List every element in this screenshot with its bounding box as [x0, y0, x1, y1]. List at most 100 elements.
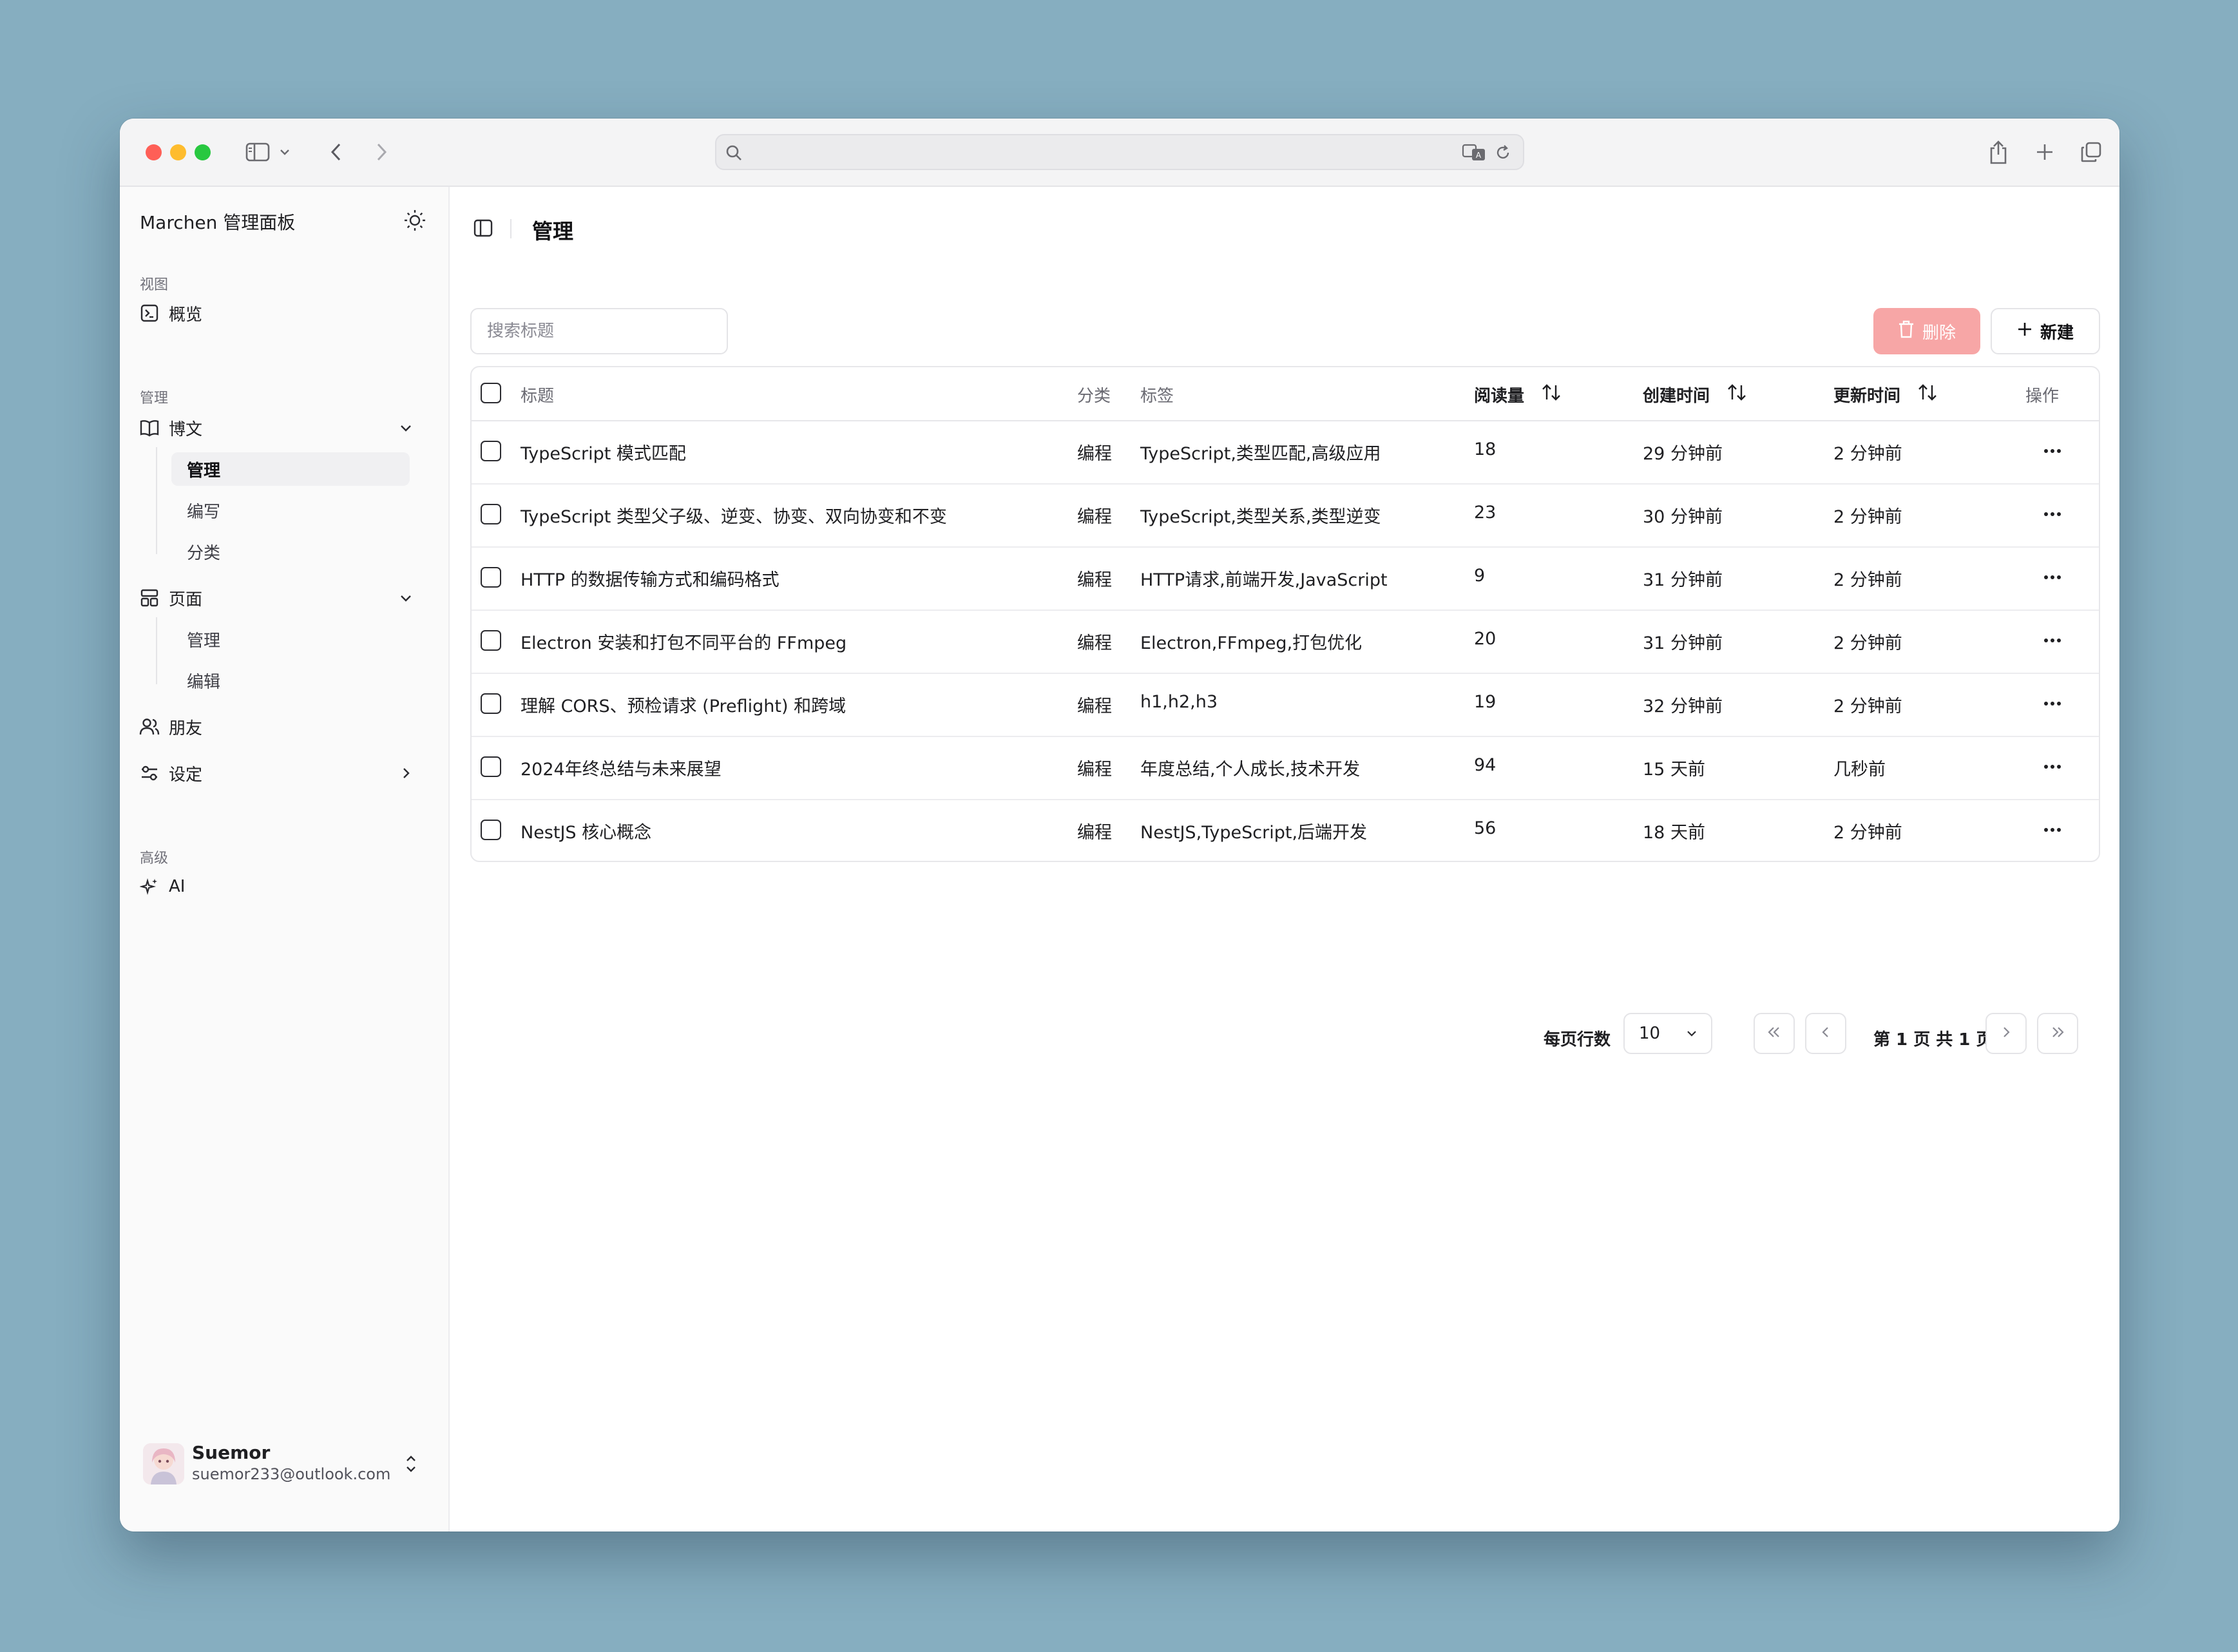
sidebar: Marchen 管理面板 视图 概览 管理 博文 管理 编写 分类 页面 管理 … [120, 187, 450, 1532]
share-icon[interactable] [1984, 137, 2013, 168]
more-icon[interactable] [2040, 629, 2065, 652]
zoom-window-button[interactable] [195, 144, 211, 160]
chevron-right-icon[interactable] [368, 139, 394, 165]
row-checkbox[interactable] [481, 756, 501, 777]
more-icon[interactable] [2040, 439, 2065, 463]
last-page-button[interactable] [2037, 1013, 2078, 1054]
table-row[interactable]: NestJS 核心概念 编程 NestJS,TypeScript,后端开发 56 18 … [472, 799, 2099, 861]
cell-reads: 94 [1474, 755, 1497, 775]
cell-title: 理解 CORS、预检请求 (Preflight) 和跨域 [521, 696, 846, 716]
column-category: 分类 [1077, 387, 1111, 406]
chevron-left-icon[interactable] [323, 139, 349, 165]
rows-per-page-value: 10 [1639, 1024, 1661, 1043]
cell-category: 编程 [1077, 696, 1112, 716]
browser-toolbar: A [120, 119, 2119, 187]
table-row[interactable]: 理解 CORS、预检请求 (Preflight) 和跨域 编程 h1,h2,h3 19… [472, 673, 2099, 737]
cell-title: TypeScript 类型父子级、逆变、协变、双向协变和不变 [521, 507, 947, 527]
sidebar-item-posts-manage[interactable]: 管理 [171, 452, 410, 486]
minimize-window-button[interactable] [170, 144, 186, 160]
chevrons-up-down-icon[interactable] [401, 1451, 421, 1477]
chevron-right-icon [1998, 1024, 2014, 1042]
column-reads[interactable]: 阅读量 [1474, 383, 1562, 407]
new-button[interactable]: 新建 [1991, 308, 2100, 354]
sidebar-item-ai[interactable]: AI [133, 870, 424, 903]
chevron-down-icon [1684, 1026, 1699, 1046]
sidebar-item-posts-category[interactable]: 分类 [171, 535, 410, 568]
first-page-button[interactable] [1754, 1013, 1795, 1054]
user-email: suemor233@outlook.com [192, 1465, 391, 1483]
sort-icon[interactable] [1917, 383, 1938, 406]
sidebar-item-posts[interactable]: 博文 [133, 411, 424, 445]
column-updated[interactable]: 更新时间 [1833, 383, 1938, 407]
table-row[interactable]: 2024年终总结与未来展望 编程 年度总结,个人成长,技术开发 94 15 天前 几秒前 [472, 736, 2099, 800]
sidebar-item-label: 概览 [169, 305, 203, 325]
chevron-left-icon [1818, 1024, 1833, 1042]
sidebar-item-pages-manage[interactable]: 管理 [171, 622, 410, 656]
sidebar-toggle-icon[interactable] [472, 216, 495, 240]
sidebar-item-posts-write[interactable]: 编写 [171, 494, 410, 527]
next-page-button[interactable] [1985, 1013, 2027, 1054]
section-advanced: 高级 [140, 850, 169, 867]
search-input[interactable] [470, 308, 728, 354]
plus-icon[interactable] [2032, 139, 2058, 165]
select-all-checkbox[interactable] [481, 383, 501, 403]
prev-page-button[interactable] [1805, 1013, 1846, 1054]
chevron-down-icon[interactable] [397, 419, 415, 437]
cell-category: 编程 [1077, 570, 1112, 590]
sidebar-item-friends[interactable]: 朋友 [133, 710, 424, 744]
cell-tags: TypeScript,类型关系,类型逆变 [1140, 507, 1381, 527]
cell-reads: 23 [1474, 503, 1497, 523]
cell-category: 编程 [1077, 633, 1112, 653]
section-manage: 管理 [140, 390, 169, 407]
row-checkbox[interactable] [481, 630, 501, 651]
sort-icon[interactable] [1726, 383, 1747, 406]
submenu-line [156, 617, 157, 684]
cell-created: 30 分钟前 [1643, 507, 1723, 527]
delete-label: 删除 [1922, 323, 1956, 343]
column-label: 阅读量 [1474, 387, 1525, 406]
row-checkbox[interactable] [481, 567, 501, 588]
translate-icon[interactable]: A [1461, 142, 1487, 164]
rows-per-page-select[interactable]: 10 [1623, 1013, 1712, 1054]
more-icon[interactable] [2040, 503, 2065, 526]
row-checkbox[interactable] [481, 504, 501, 524]
sun-icon[interactable] [401, 206, 429, 235]
sort-icon[interactable] [1541, 383, 1562, 406]
table-row[interactable]: Electron 安装和打包不同平台的 FFmpeg 编程 Electron,FFm… [472, 610, 2099, 674]
page-info: 第 1 页 共 1 页 [1873, 1030, 1993, 1050]
sidebar-item-settings[interactable]: 设定 [133, 756, 424, 790]
sidebar-item-label: 设定 [169, 765, 203, 785]
reload-icon[interactable] [1492, 142, 1514, 164]
more-icon[interactable] [2040, 692, 2065, 715]
sidebar-icon[interactable] [245, 139, 271, 165]
cell-reads: 9 [1474, 566, 1486, 586]
cell-reads: 20 [1474, 629, 1497, 649]
chevron-right-icon[interactable] [397, 764, 415, 782]
row-checkbox[interactable] [481, 441, 501, 461]
row-checkbox[interactable] [481, 693, 501, 714]
more-icon[interactable] [2040, 566, 2065, 589]
column-created[interactable]: 创建时间 [1643, 383, 1747, 407]
column-title: 标题 [521, 387, 555, 406]
cell-reads: 19 [1474, 692, 1497, 712]
cell-tags: NestJS,TypeScript,后端开发 [1140, 823, 1368, 843]
chevron-down-icon[interactable] [277, 144, 292, 160]
sidebar-item-pages[interactable]: 页面 [133, 581, 424, 615]
row-checkbox[interactable] [481, 820, 501, 840]
user-menu[interactable]: Suemor suemor233@outlook.com [143, 1437, 426, 1492]
table-row[interactable]: TypeScript 模式匹配 编程 TypeScript,类型匹配,高级应用 18 2… [472, 420, 2099, 485]
avatar [143, 1443, 184, 1484]
more-icon[interactable] [2040, 755, 2065, 778]
close-window-button[interactable] [146, 144, 162, 160]
more-icon[interactable] [2040, 818, 2065, 841]
sidebar-item-pages-edit[interactable]: 编辑 [171, 664, 410, 697]
delete-button[interactable]: 删除 [1873, 308, 1980, 354]
tabs-icon[interactable] [2078, 139, 2104, 165]
cell-category: 编程 [1077, 444, 1112, 464]
table-row[interactable]: TypeScript 类型父子级、逆变、协变、双向协变和不变 编程 TypeScri… [472, 483, 2099, 548]
sidebar-item-overview[interactable]: 概览 [133, 296, 424, 330]
browser-window: A Marchen 管理面板 视图 概览 管理 博文 管理 编写 分类 页面 管… [120, 119, 2119, 1532]
table-row[interactable]: HTTP 的数据传输方式和编码格式 编程 HTTP请求,前端开发,JavaScrip… [472, 546, 2099, 611]
chevron-down-icon[interactable] [397, 589, 415, 607]
address-bar[interactable]: A [715, 134, 1524, 170]
